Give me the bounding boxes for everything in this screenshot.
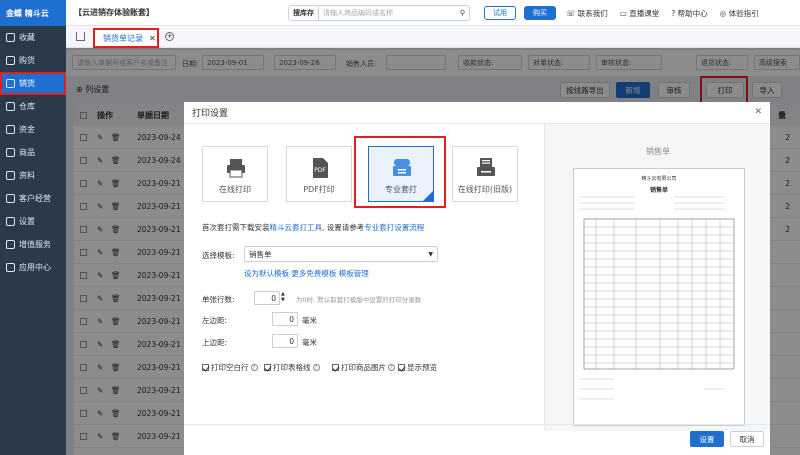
print-blank-rows-checkbox[interactable]: 打印空白行?: [202, 362, 258, 373]
guide-icon: ◎: [719, 8, 727, 18]
apps-icon: [6, 263, 15, 272]
cart-icon: [6, 56, 15, 65]
preview-paper: 精斗云有限公司 销售单: [573, 168, 745, 426]
user-icon: [6, 194, 15, 203]
top-margin-input[interactable]: 0: [272, 334, 298, 348]
help-icon[interactable]: ?: [312, 364, 320, 371]
close-icon[interactable]: ✕: [149, 34, 156, 43]
help-icon[interactable]: ?: [250, 364, 258, 371]
pdf-badge: PDF: [314, 167, 326, 174]
option-online-print-legacy[interactable]: 在线打印(旧版): [452, 146, 518, 202]
print-table-lines-checkbox[interactable]: 打印表格线?: [264, 362, 320, 373]
paper-company: 精斗云有限公司: [641, 176, 677, 182]
sidebar-item-funds[interactable]: 资金: [0, 118, 66, 141]
add-tab-icon[interactable]: +: [165, 32, 174, 41]
rows-label: 单张行数:: [202, 295, 235, 304]
star-icon: [6, 33, 15, 42]
left-margin-label: 左边距:: [202, 316, 228, 325]
sidebar-item-value-added[interactable]: 增值服务: [0, 233, 66, 256]
install-hint: 首次套打需下载安装精斗云套打工具, 设置请参考专业套打设置流程: [202, 223, 425, 232]
show-preview-checkbox[interactable]: 显示预览: [398, 362, 437, 373]
legacy-printer-icon: [477, 158, 495, 176]
left-margin-unit: 毫米: [302, 316, 317, 325]
rows-input[interactable]: 0: [254, 291, 280, 305]
sidebar-item-settings[interactable]: 设置: [0, 210, 66, 233]
preview-title: 销售单: [646, 147, 670, 156]
template-select[interactable]: 销售单 ▼: [244, 246, 438, 262]
template-manage-link[interactable]: 模板管理: [339, 269, 369, 278]
cancel-button[interactable]: 取消: [730, 431, 764, 447]
set-default-template-link[interactable]: 设为默认模板: [244, 269, 289, 278]
option-online-print[interactable]: 在线打印: [202, 146, 268, 202]
sidebar-item-sales[interactable]: 销货: [0, 72, 66, 95]
checkbox-icon: [398, 364, 405, 371]
top-margin-label: 上边距:: [202, 338, 228, 347]
account-title: 【云进销存体验账套】: [74, 8, 154, 17]
sidebar-item-goods[interactable]: 商品: [0, 141, 66, 164]
sidebar-item-warehouse[interactable]: 仓库: [0, 95, 66, 118]
dialog-footer: 设置 取消: [184, 424, 770, 455]
rows-hint: 为0时, 默认取套打模版中设置的打印分录数: [296, 296, 422, 304]
top-links: ☏ 联系我们 ▭ 直播课堂 ? 帮助中心 ◎ 体验指引: [566, 0, 759, 26]
warehouse-icon: [6, 102, 15, 111]
checkbox-icon: [332, 364, 339, 371]
tab-bar: 销货单记录 ✕ +: [66, 26, 800, 48]
help-icon[interactable]: ?: [388, 364, 395, 371]
gear-icon: [6, 217, 15, 226]
phone-icon: ☏: [566, 8, 576, 18]
sidebar-item-data[interactable]: 资料: [0, 164, 66, 187]
contact-link[interactable]: ☏ 联系我们: [566, 8, 608, 19]
template-label: 选择模板:: [202, 251, 235, 260]
grid-icon: [6, 240, 15, 249]
template-links: 设为默认模板 更多免费模板 模板管理: [244, 268, 369, 279]
pdf-icon: PDF: [313, 158, 328, 178]
sidebar-item-customer[interactable]: 客户经营: [0, 187, 66, 210]
try-button[interactable]: 试用: [484, 6, 516, 20]
sidebar-item-apps[interactable]: 应用中心: [0, 256, 66, 279]
live-class-link[interactable]: ▭ 直播课堂: [620, 8, 659, 19]
professional-print-highlight: [354, 136, 446, 208]
tab-sales-records[interactable]: 销货单记录 ✕: [93, 28, 159, 48]
guide-link[interactable]: ◎ 体验指引: [720, 8, 759, 19]
paper-table-lines: [580, 196, 735, 400]
top-bar: 【云进销存体验账套】 搜库存 请输入商品编码或名称 ⚲ 试用 购买 ☏ 联系我们…: [66, 0, 800, 26]
search-icon[interactable]: ⚲: [460, 9, 469, 17]
download-tool-link[interactable]: 精斗云套打工具: [270, 223, 323, 232]
stock-search[interactable]: 搜库存 请输入商品编码或名称 ⚲: [288, 5, 470, 21]
sidebar: 金蝶 精斗云 收藏 购货 销货 仓库 资金 商品 资料 客户经营 设置 增值服务…: [0, 0, 66, 455]
chevron-down-icon: ▼: [428, 250, 433, 258]
sidebar-item-purchase[interactable]: 购货: [0, 49, 66, 72]
tv-icon: ▭: [619, 8, 627, 18]
document-icon: [6, 171, 15, 180]
print-preview: 销售单 精斗云有限公司 销售单: [544, 124, 770, 431]
sidebar-item-favorites[interactable]: 收藏: [0, 26, 66, 49]
search-input[interactable]: 请输入商品编码或名称: [319, 8, 460, 18]
close-icon[interactable]: ✕: [754, 107, 762, 117]
help-icon: ?: [671, 8, 676, 18]
money-icon: [6, 125, 15, 134]
checkbox-icon: [264, 364, 271, 371]
setup-guide-link[interactable]: 专业套打设置流程: [364, 223, 424, 232]
print-settings-dialog: 打印设置 ✕ 在线打印 PDF PDF打印 专业套打 在线打印(旧版) 首次套打…: [184, 102, 770, 455]
logo: 金蝶 精斗云: [0, 0, 66, 26]
printer-icon: [227, 159, 245, 178]
left-margin-input[interactable]: 0: [272, 312, 298, 326]
goods-icon: [6, 148, 15, 157]
stepper-icon[interactable]: ▲ ▼: [281, 291, 285, 303]
confirm-button[interactable]: 设置: [690, 431, 724, 447]
home-icon[interactable]: [76, 32, 85, 41]
more-templates-link[interactable]: 更多免费模板: [291, 269, 336, 278]
help-link[interactable]: ? 帮助中心: [671, 8, 707, 19]
buy-button[interactable]: 购买: [524, 6, 556, 20]
search-label: 搜库存: [289, 6, 319, 20]
option-pdf-print[interactable]: PDF PDF打印: [286, 146, 352, 202]
print-goods-image-checkbox[interactable]: 打印商品图片?: [332, 362, 395, 373]
checkbox-icon: [202, 364, 209, 371]
top-margin-unit: 毫米: [302, 338, 317, 347]
sales-icon: [6, 79, 15, 88]
dialog-title: 打印设置: [184, 102, 770, 124]
